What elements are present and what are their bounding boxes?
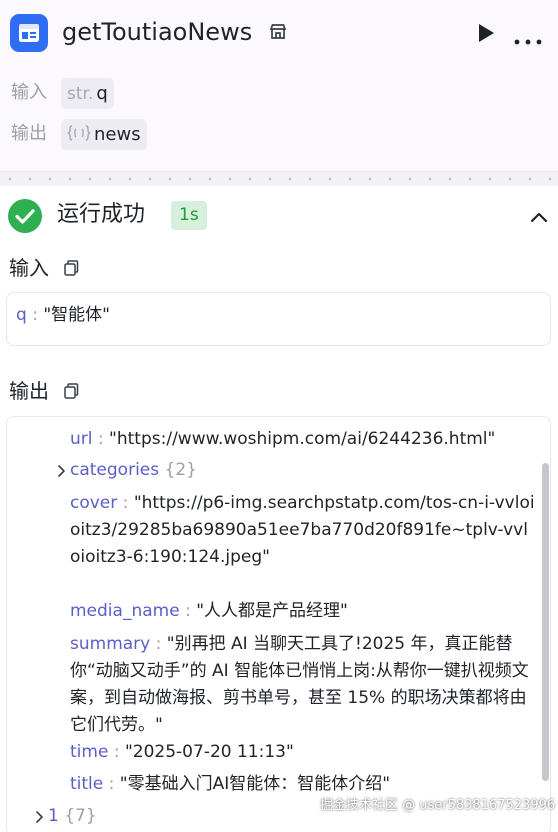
node-output-row: 输出 news — [0, 119, 558, 150]
json-separator: : — [185, 601, 191, 621]
copy-output-icon[interactable] — [64, 383, 79, 403]
json-line-time: time : "2025-07-20 11:13" — [70, 736, 294, 768]
json-key: title — [70, 774, 104, 794]
json-value: "零基础入门AI智能体：智能体介绍" — [119, 774, 391, 794]
json-value: "https://www.woshipm.com/ai/6244236.html… — [109, 429, 496, 449]
json-key: url — [70, 429, 93, 449]
json-separator: : — [32, 305, 38, 325]
node-input-label: 输入 — [11, 82, 47, 103]
json-line-cover: cover : "https://p6-img.searchpstatp.com… — [70, 490, 538, 571]
json-value: "2025-07-20 11:13" — [124, 742, 294, 762]
json-line-item-1[interactable]: 1 {7} — [48, 800, 97, 832]
node-separator — [0, 172, 558, 186]
input-type-label: str. — [67, 83, 94, 104]
json-key: categories — [70, 460, 160, 480]
json-line-media-name: media_name : "人人都是产品经理" — [70, 595, 348, 627]
output-json-panel[interactable]: url : "https://www.woshipm.com/ai/624423… — [6, 416, 551, 832]
node-card: getToutiaoNews 输入 str. q 输出 news — [0, 0, 558, 172]
node-input-row: 输入 str. q — [0, 78, 558, 109]
run-duration-badge: 1s — [171, 201, 207, 230]
json-line-categories[interactable]: categories {2} — [70, 454, 197, 486]
json-value: "智能体" — [43, 305, 110, 325]
json-value: "https://p6-img.searchpstatp.com/tos-cn-… — [70, 493, 535, 567]
output-param-name: news — [94, 124, 141, 145]
more-options-icon[interactable] — [514, 30, 542, 49]
json-line-url: url : "https://www.woshipm.com/ai/624423… — [70, 423, 495, 455]
object-type-icon — [67, 124, 91, 146]
node-output-label: 输出 — [11, 123, 47, 144]
input-param-name: q — [96, 83, 108, 104]
json-separator: : — [108, 774, 115, 794]
store-icon[interactable] — [268, 22, 288, 46]
json-value: "人人都是产品经理" — [196, 601, 348, 621]
json-key: q — [16, 305, 27, 325]
json-key: media_name — [70, 601, 180, 621]
json-key: time — [70, 742, 109, 762]
json-separator: : — [113, 742, 120, 762]
json-line-summary: summary : "别再把 AI 当聊天工具了!2025 年，真正能替你“动脑… — [70, 631, 538, 739]
output-section-title: 输出 — [9, 379, 49, 403]
output-scrollbar[interactable] — [542, 463, 549, 781]
node-input-param-chip[interactable]: str. q — [61, 78, 114, 109]
chevron-right-icon[interactable] — [35, 809, 44, 828]
copy-input-icon[interactable] — [64, 260, 79, 280]
json-key: cover — [70, 493, 118, 513]
run-status-row[interactable]: 运行成功 1s — [0, 186, 558, 246]
input-section-title: 输入 — [9, 256, 49, 280]
chevron-right-icon[interactable] — [57, 463, 66, 482]
dotted-divider — [0, 177, 558, 181]
json-key: 1 — [48, 806, 59, 826]
success-check-icon — [8, 199, 42, 237]
json-key: summary — [70, 634, 151, 654]
json-separator: : — [155, 634, 162, 654]
input-json-panel: q : "智能体" — [6, 292, 551, 346]
json-separator: : — [122, 493, 129, 513]
watermark: 掘金技术社区 @ user5838167523996 — [320, 798, 556, 813]
json-child-count: {7} — [64, 806, 97, 826]
node-output-param-chip[interactable]: news — [61, 119, 147, 150]
json-child-count: {2} — [164, 460, 197, 480]
run-status-text: 运行成功 — [57, 202, 146, 227]
json-separator: : — [97, 429, 104, 449]
run-play-icon[interactable] — [476, 22, 496, 48]
input-json-line: q : "智能体" — [16, 302, 110, 328]
node-title: getToutiaoNews — [62, 18, 253, 46]
chevron-up-icon[interactable] — [530, 208, 548, 227]
plugin-node-icon — [10, 14, 48, 52]
